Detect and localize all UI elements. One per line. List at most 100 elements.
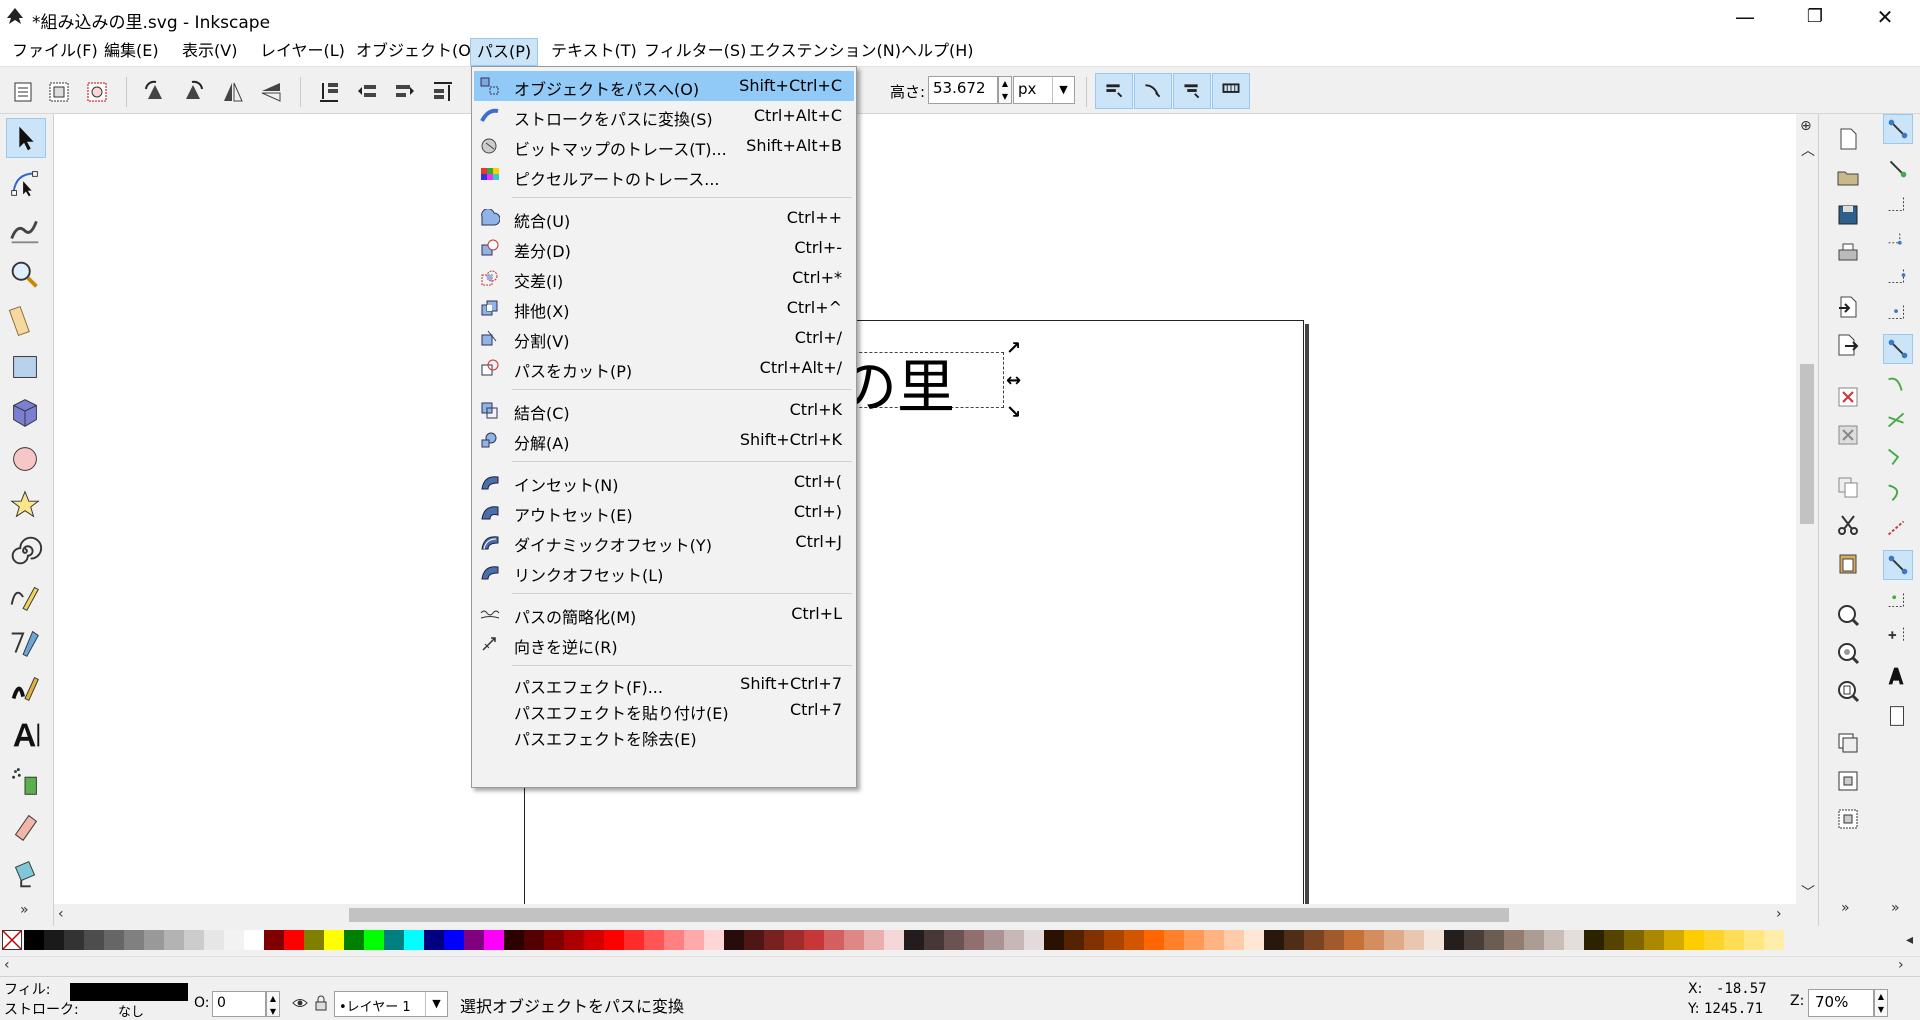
duplicate-icon[interactable] [1835, 730, 1861, 756]
commands-more-icon[interactable]: » [1841, 900, 1850, 916]
zoom-selection-icon[interactable] [1835, 602, 1861, 628]
snap-others-toggle[interactable] [1883, 550, 1913, 580]
scale-handle-right-icon[interactable]: ↔ [1006, 370, 1021, 391]
color-swatch[interactable] [704, 930, 724, 950]
menu-item-object-to-path[interactable]: オブジェクトをパスへ(O) Shift+Ctrl+C [474, 71, 854, 101]
color-swatch[interactable] [1324, 930, 1344, 950]
color-swatch[interactable] [1504, 930, 1524, 950]
measure-tool[interactable] [6, 302, 46, 342]
color-swatch[interactable] [1144, 930, 1164, 950]
height-input[interactable]: 53.672 [928, 76, 998, 104]
scale-radii-toggle[interactable] [1134, 73, 1172, 109]
menu-item-outset[interactable]: アウトセット(E) Ctrl+) [474, 497, 854, 527]
menu-layer[interactable]: レイヤー(L) [254, 38, 351, 66]
snap-bbox-toggle[interactable] [1883, 154, 1913, 184]
selector-tool[interactable] [6, 118, 46, 158]
layer-select[interactable]: •レイヤー 1 ▼ [334, 991, 448, 1017]
move-gradients-toggle[interactable] [1173, 73, 1211, 109]
zoom-spinner[interactable]: ▲ ▼ [1874, 989, 1888, 1017]
select-all-icon[interactable] [10, 79, 36, 105]
import-icon[interactable] [1835, 294, 1861, 320]
color-swatch[interactable] [1764, 930, 1784, 950]
snap-nodes-toggle[interactable] [1883, 334, 1913, 364]
menu-filters[interactable]: フィルター(S) [638, 38, 752, 66]
color-swatch[interactable] [344, 930, 364, 950]
scroll-right-icon[interactable]: › [1776, 906, 1782, 922]
star-tool[interactable] [6, 486, 46, 526]
color-swatch[interactable] [1524, 930, 1544, 950]
print-icon[interactable] [1835, 240, 1861, 266]
palette-menu-icon[interactable]: ◂ [1906, 932, 1913, 948]
rotate-ccw-icon[interactable] [142, 79, 168, 105]
menu-item-reverse[interactable]: 向きを逆に(R) [474, 629, 854, 659]
color-swatch[interactable] [1084, 930, 1104, 950]
menu-item-inset[interactable]: インセット(N) Ctrl+( [474, 467, 854, 497]
color-swatch[interactable] [104, 930, 124, 950]
opacity-spinner[interactable]: ▲ ▼ [266, 991, 280, 1017]
color-swatch[interactable] [264, 930, 284, 950]
menu-item-linked-offset[interactable]: リンクオフセット(L) [474, 557, 854, 587]
color-swatch[interactable] [1264, 930, 1284, 950]
color-swatch[interactable] [744, 930, 764, 950]
color-swatch[interactable] [484, 930, 504, 950]
spiral-tool[interactable] [6, 532, 46, 572]
text-tool[interactable] [6, 716, 46, 756]
tweak-tool[interactable] [6, 210, 46, 250]
color-swatch[interactable] [1364, 930, 1384, 950]
toolbox-more-icon[interactable]: » [20, 902, 29, 918]
color-swatch[interactable] [1444, 930, 1464, 950]
color-swatch[interactable] [1724, 930, 1744, 950]
menu-item-intersection[interactable]: 交差(I) Ctrl+* [474, 263, 854, 293]
color-swatch[interactable] [924, 930, 944, 950]
snap-smooth-toggle[interactable] [1883, 478, 1913, 508]
menu-extensions[interactable]: エクステンション(N) [743, 38, 907, 66]
color-swatch[interactable] [304, 930, 324, 950]
color-swatch[interactable] [904, 930, 924, 950]
menu-file[interactable]: ファイル(F) [6, 38, 104, 66]
color-swatch[interactable] [524, 930, 544, 950]
snap-bbox-corners-toggle[interactable] [1883, 226, 1913, 256]
zoom-page-icon[interactable] [1835, 678, 1861, 704]
zoom-input[interactable]: 70% [1808, 989, 1874, 1017]
palette-scroll-left-icon[interactable]: ‹ [4, 957, 10, 973]
palette-scroll-right-icon[interactable]: › [1898, 957, 1904, 973]
menu-item-simplify[interactable]: パスの簡略化(M) Ctrl+L [474, 599, 854, 629]
color-swatch[interactable] [404, 930, 424, 950]
color-swatch[interactable] [1204, 930, 1224, 950]
menu-edit[interactable]: 編集(E) [98, 38, 165, 66]
color-swatch[interactable] [144, 930, 164, 950]
color-swatch[interactable] [504, 930, 524, 950]
close-button[interactable]: ✕ [1850, 0, 1920, 34]
raise-to-top-icon[interactable] [430, 79, 456, 105]
color-swatch[interactable] [84, 930, 104, 950]
lower-to-bottom-icon[interactable] [316, 79, 342, 105]
menu-item-stroke-to-path[interactable]: ストロークをパスに変換(S) Ctrl+Alt+C [474, 101, 854, 131]
color-swatch[interactable] [1244, 930, 1264, 950]
scale-handle-bottom-right-icon[interactable]: ↘ [1006, 402, 1021, 423]
raise-icon[interactable] [392, 79, 418, 105]
color-swatch[interactable] [984, 930, 1004, 950]
color-swatch[interactable] [644, 930, 664, 950]
paint-bucket-tool[interactable] [6, 854, 46, 894]
color-swatch[interactable] [884, 930, 904, 950]
cut-icon[interactable] [1835, 512, 1861, 538]
save-icon[interactable] [1835, 202, 1861, 228]
color-swatch[interactable] [384, 930, 404, 950]
move-patterns-toggle[interactable] [1212, 73, 1250, 109]
color-swatch[interactable] [44, 930, 64, 950]
pen-tool[interactable] [6, 624, 46, 664]
color-swatch[interactable] [324, 930, 344, 950]
lock-icon[interactable] [314, 995, 328, 1011]
color-swatch[interactable] [1224, 930, 1244, 950]
open-folder-icon[interactable] [1835, 164, 1861, 190]
copy-icon[interactable] [1835, 474, 1861, 500]
color-swatch[interactable] [1044, 930, 1064, 950]
stroke-indicator[interactable]: なし [118, 1001, 144, 1020]
color-swatch[interactable] [1584, 930, 1604, 950]
color-swatch[interactable] [1404, 930, 1424, 950]
menu-path[interactable]: パス(P) [470, 38, 539, 66]
eye-icon[interactable] [292, 995, 308, 1011]
snap-toggle[interactable] [1883, 114, 1913, 144]
color-swatch[interactable] [604, 930, 624, 950]
menu-item-break-apart[interactable]: 分解(A) Shift+Ctrl+K [474, 425, 854, 455]
